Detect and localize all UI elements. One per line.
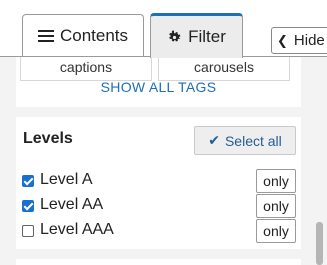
level-a-checkbox[interactable] (22, 175, 34, 187)
tab-filter-label: Filter (188, 27, 226, 46)
level-aaa-checkbox[interactable] (22, 225, 34, 237)
tag-label: carousels (194, 59, 254, 75)
next-panel (16, 259, 301, 265)
scrollbar-thumb[interactable] (316, 222, 323, 265)
chevron-left-icon: ❮ (277, 32, 288, 48)
gear-icon (167, 29, 182, 45)
select-all-label: Select all (224, 132, 282, 149)
level-aa-checkbox[interactable] (22, 200, 34, 212)
level-aa-only-button[interactable]: only (256, 194, 296, 218)
select-all-button[interactable]: ✔ Select all (194, 126, 296, 155)
checkmark-icon: ✔ (208, 132, 220, 148)
list-icon (37, 29, 54, 43)
hide-button[interactable]: ❮ Hide (271, 27, 327, 54)
level-row: Level AAA only (22, 219, 296, 243)
level-a-only-button[interactable]: only (256, 169, 296, 193)
tags-panel: captions carousels SHOW ALL TAGS (16, 57, 301, 107)
level-aaa-label[interactable]: Level AAA (40, 221, 114, 239)
level-aaa-only-button[interactable]: only (256, 219, 296, 243)
levels-panel: Levels ✔ Select all Level A only Level A… (16, 117, 301, 249)
tag-label: captions (59, 59, 113, 75)
tab-contents-label: Contents (59, 26, 129, 45)
tag-captions[interactable]: captions (20, 57, 152, 81)
level-row: Level AA only (22, 194, 296, 218)
level-a-label[interactable]: Level A (40, 171, 92, 189)
level-row: Level A only (22, 169, 296, 193)
show-all-tags-link[interactable]: SHOW ALL TAGS (16, 79, 301, 95)
hide-button-label: Hide (293, 32, 325, 49)
tab-contents[interactable]: Contents (22, 14, 144, 57)
levels-title: Levels (23, 130, 73, 147)
tab-filter[interactable]: Filter (150, 13, 243, 58)
tag-carousels[interactable]: carousels (158, 57, 290, 81)
level-aa-label[interactable]: Level AA (40, 196, 103, 214)
